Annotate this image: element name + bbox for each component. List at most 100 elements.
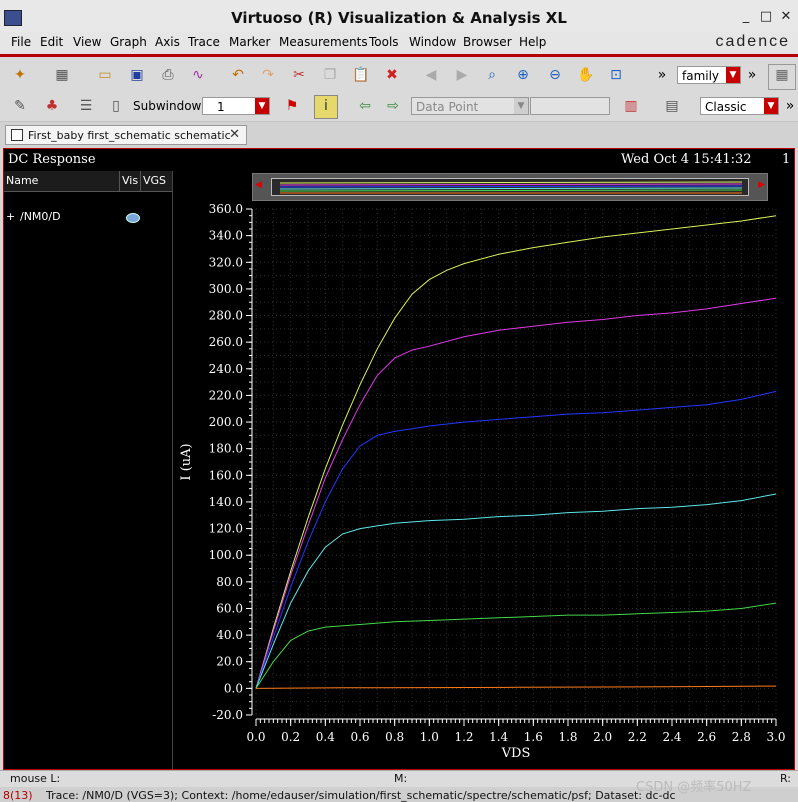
secondary-toolbar: ✎ ♣ ☰ ▯ Subwindows: 1 ▼ ⚑ i ⇦ ⇨ Data Poi… xyxy=(0,93,798,122)
zoom-in-icon[interactable]: ⊕ xyxy=(513,65,533,85)
paste-icon[interactable]: 📋 xyxy=(351,65,371,85)
menu-marker[interactable]: Marker xyxy=(229,35,270,49)
arrow-right-icon[interactable]: ⇨ xyxy=(383,96,403,116)
family-combo[interactable]: family ▼ xyxy=(677,66,741,84)
y-tick-label: 160.0 xyxy=(209,468,243,482)
menu-help[interactable]: Help xyxy=(519,35,546,49)
eye-icon[interactable] xyxy=(126,213,140,223)
more-icon[interactable]: » xyxy=(652,65,672,85)
undo-icon[interactable]: ↶ xyxy=(228,65,248,85)
schematic-icon xyxy=(11,129,23,141)
menu-view[interactable]: View xyxy=(73,35,101,49)
zoom-icon[interactable]: ⌕ xyxy=(482,65,502,85)
x-tick-label: 0.4 xyxy=(316,730,335,744)
menu-tools[interactable]: Tools xyxy=(369,35,399,49)
stack-icon[interactable]: ☰ xyxy=(76,96,96,116)
expand-icon[interactable]: + xyxy=(6,210,15,223)
legend-header-name[interactable]: Name xyxy=(6,174,38,187)
menu-measurements[interactable]: Measurements xyxy=(279,35,368,49)
close-icon[interactable]: ✕ xyxy=(778,9,794,25)
y-tick-label: 220.0 xyxy=(209,388,243,402)
calculator-icon[interactable]: ▤ xyxy=(662,96,682,116)
new-window-icon[interactable]: ✦ xyxy=(10,65,30,85)
menu-edit[interactable]: Edit xyxy=(40,35,63,49)
maximize-icon[interactable]: □ xyxy=(758,9,774,25)
x-tick-label: 2.4 xyxy=(662,730,681,744)
y-tick-label: 280.0 xyxy=(209,309,243,323)
trace-name[interactable]: /NM0/D xyxy=(20,210,61,223)
subwindow-number: 1 xyxy=(782,152,791,167)
dc-response-chart[interactable]: -20.00.020.040.060.080.0100.0120.0140.01… xyxy=(174,201,792,767)
zoom-out-icon[interactable]: ⊖ xyxy=(545,65,565,85)
split-icon[interactable]: ▯ xyxy=(106,96,126,116)
y-tick-label: 100.0 xyxy=(209,548,243,562)
datapoint-combo[interactable]: Data Point ▼ xyxy=(411,97,529,115)
plot-date: Wed Oct 4 15:41:32 xyxy=(621,152,752,167)
print-icon[interactable]: ⎙ xyxy=(158,65,178,85)
info-icon[interactable]: i xyxy=(314,95,338,119)
select-mode-icon[interactable]: ✎ xyxy=(10,96,30,116)
menu-axis[interactable]: Axis xyxy=(155,35,180,49)
menu-browser[interactable]: Browser xyxy=(463,35,512,49)
forward-icon[interactable]: ▶ xyxy=(452,65,472,85)
chevron-down-icon: ▼ xyxy=(726,67,740,83)
menu-window[interactable]: Window xyxy=(409,35,456,49)
subwindows-value: 1 xyxy=(217,100,225,114)
scroll-thumb[interactable] xyxy=(271,178,749,196)
close-icon[interactable]: ✕ xyxy=(229,127,240,142)
legend-header-vis[interactable]: Vis xyxy=(122,174,138,187)
delete-icon[interactable]: ✖ xyxy=(382,65,402,85)
scroll-left-icon[interactable]: ◀ xyxy=(255,180,262,190)
waveform-icon[interactable]: ∿ xyxy=(188,65,208,85)
tab-schematic[interactable]: First_baby first_schematic schematic ✕ xyxy=(5,125,247,145)
flag-icon[interactable]: ⚑ xyxy=(282,96,302,116)
back-icon[interactable]: ◀ xyxy=(421,65,441,85)
y-tick-label: 260.0 xyxy=(209,335,243,349)
open-folder-icon[interactable]: ▭ xyxy=(95,65,115,85)
grid xyxy=(255,208,777,716)
menu-graph[interactable]: Graph xyxy=(110,35,147,49)
menu-file[interactable]: File xyxy=(11,35,31,49)
x-tick-label: 3.0 xyxy=(766,730,785,744)
subwindow-icon[interactable]: ▦ xyxy=(52,65,72,85)
pan-icon[interactable]: ✋ xyxy=(576,65,596,85)
chevron-down-icon: ▼ xyxy=(514,98,528,114)
arrow-left-icon[interactable]: ⇦ xyxy=(355,96,375,116)
copy-icon[interactable]: ❐ xyxy=(320,65,340,85)
grid-layout-icon[interactable]: ▦ xyxy=(768,64,796,90)
title-bar: Virtuoso (R) Visualization & Analysis XL… xyxy=(0,0,798,33)
header-divider xyxy=(119,171,120,191)
save-icon[interactable]: ▣ xyxy=(127,65,147,85)
more-icon[interactable]: » xyxy=(742,65,762,85)
x-scroll-bar[interactable]: ◀ ▶ xyxy=(252,173,768,201)
y-tick-label: 340.0 xyxy=(209,229,243,243)
datapoint-value-field[interactable] xyxy=(530,97,610,115)
y-tick-label: 120.0 xyxy=(209,522,243,536)
style-combo-value: Classic xyxy=(705,100,747,114)
series-line-4 xyxy=(255,493,777,689)
minimize-icon[interactable]: _ xyxy=(738,9,754,25)
fit-icon[interactable]: ⊡ xyxy=(606,65,626,85)
trace-row[interactable]: + /NM0/D xyxy=(4,209,172,225)
cadence-logo: cadence xyxy=(715,33,790,50)
x-tick-label: 0.8 xyxy=(385,730,404,744)
x-tick-label: 2.6 xyxy=(697,730,716,744)
overview-traces xyxy=(279,181,743,194)
more-icon[interactable]: » xyxy=(780,96,798,116)
chevron-down-icon: ▼ xyxy=(255,98,269,114)
redo-icon[interactable]: ↷ xyxy=(258,65,278,85)
subwindows-combo[interactable]: 1 ▼ xyxy=(202,97,270,115)
legend-header-vgs[interactable]: VGS xyxy=(143,174,166,187)
cut-icon[interactable]: ✂ xyxy=(289,65,309,85)
y-tick-label: 0.0 xyxy=(224,681,243,695)
y-tick-label: 320.0 xyxy=(209,255,243,269)
status-message: Trace: /NM0/D (VGS=3); Context: /home/ed… xyxy=(46,789,676,802)
style-combo[interactable]: Classic ▼ xyxy=(700,97,779,115)
legend-header: Name Vis VGS xyxy=(4,171,172,192)
mouse-right-status: R: xyxy=(780,772,792,785)
menu-trace[interactable]: Trace xyxy=(188,35,220,49)
scroll-right-icon[interactable]: ▶ xyxy=(758,180,765,190)
bar-chart-icon[interactable]: ▥ xyxy=(621,96,641,116)
x-tick-label: 1.4 xyxy=(489,730,508,744)
cards-icon[interactable]: ♣ xyxy=(42,96,62,116)
